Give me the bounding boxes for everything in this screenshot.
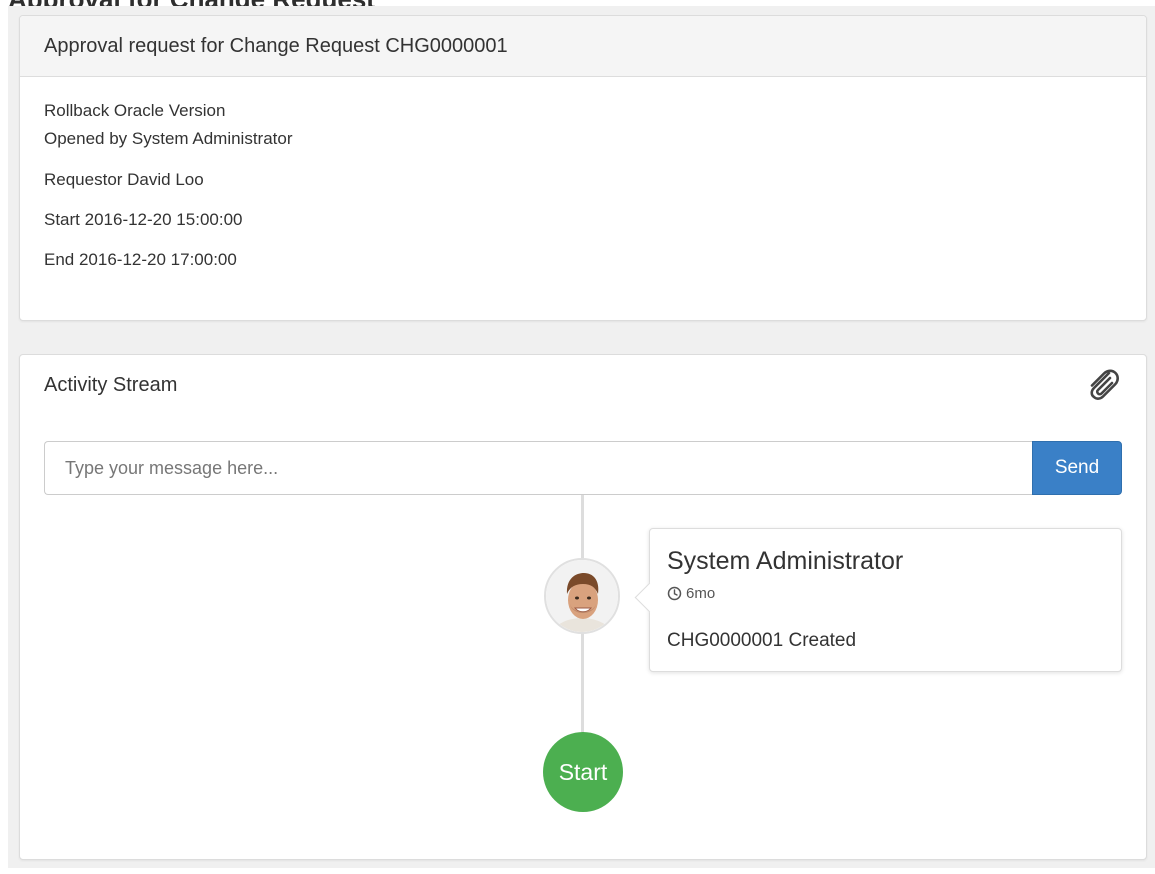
requestor: Requestor David Loo bbox=[44, 170, 204, 189]
end-time: End 2016-12-20 17:00:00 bbox=[44, 250, 237, 269]
timeline-start-badge: Start bbox=[543, 732, 623, 812]
entry-text: CHG0000001 Created bbox=[667, 630, 857, 651]
approval-details-panel: Approval request for Change Request CHG0… bbox=[19, 15, 1147, 321]
entry-author: System Administrator bbox=[667, 547, 904, 575]
paperclip-icon[interactable] bbox=[1082, 365, 1124, 405]
send-button[interactable]: Send bbox=[1032, 441, 1122, 495]
approval-heading-text: Approval request for Change Request CHG0… bbox=[44, 34, 508, 57]
entry-timestamp: 6mo bbox=[667, 585, 715, 602]
user-avatar bbox=[544, 558, 620, 634]
message-compose: Send bbox=[44, 441, 1122, 495]
opened-by: Opened by System Administrator bbox=[44, 129, 293, 148]
clock-icon bbox=[667, 586, 682, 601]
approval-panel-heading: Approval request for Change Request CHG0… bbox=[20, 16, 1146, 77]
activity-entry-card: System Administrator 6mo CHG0000001 Crea… bbox=[634, 528, 1122, 672]
start-time: Start 2016-12-20 15:00:00 bbox=[44, 210, 243, 229]
activity-stream-title: Activity Stream bbox=[44, 374, 178, 396]
approval-detail-list: Rollback Oracle Version Opened by System… bbox=[20, 77, 1146, 281]
card-pointer bbox=[634, 582, 665, 613]
short-description: Rollback Oracle Version bbox=[44, 101, 226, 120]
activity-stream-panel: Activity Stream Send bbox=[19, 354, 1147, 860]
message-input[interactable] bbox=[44, 441, 1032, 495]
main-content: Approval request for Change Request CHG0… bbox=[8, 6, 1155, 868]
entry-time-text: 6mo bbox=[686, 585, 716, 602]
